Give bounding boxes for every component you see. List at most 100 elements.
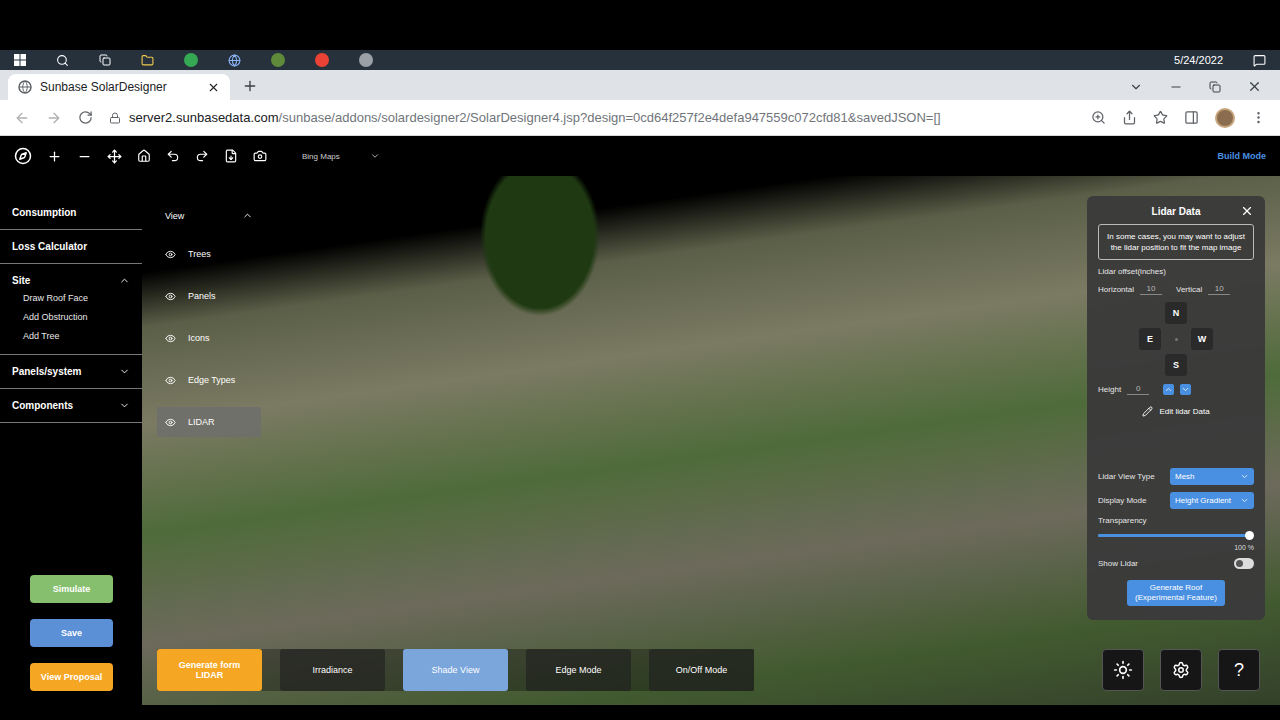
brightness-button[interactable] xyxy=(1102,649,1144,691)
sidebar-item[interactable]: Components xyxy=(12,400,130,411)
sidebar-section: Consumption xyxy=(0,196,142,230)
select-box[interactable]: Mesh xyxy=(1170,468,1254,485)
close-icon[interactable] xyxy=(1240,204,1254,218)
show-lidar-label: Show Lidar xyxy=(1098,559,1138,568)
profile-avatar[interactable] xyxy=(1215,108,1235,128)
window-controls xyxy=(1129,79,1280,100)
chevron-down-icon xyxy=(119,366,130,377)
pan-icon[interactable] xyxy=(107,149,122,164)
mode-button[interactable]: On/Off Mode xyxy=(649,649,754,691)
settings-button[interactable] xyxy=(1160,649,1202,691)
home-icon[interactable] xyxy=(137,149,151,163)
mode-bar: Generate form LIDAR Irradiance Shade View E… xyxy=(157,649,754,691)
camera-icon[interactable] xyxy=(253,149,267,163)
browser-icon[interactable] xyxy=(228,54,241,67)
offset-input[interactable]: 10 xyxy=(1140,283,1162,295)
dxf-icon[interactable] xyxy=(224,149,238,163)
back-icon[interactable] xyxy=(14,110,30,126)
select-label: Lidar View Type xyxy=(1098,472,1155,481)
url-field[interactable]: server2.sunbasedata.com/sunbase/addons/s… xyxy=(109,110,1075,125)
sidebar-subitem[interactable]: Add Tree xyxy=(12,330,130,343)
undo-icon[interactable] xyxy=(166,149,180,163)
height-up-button[interactable] xyxy=(1163,384,1174,395)
sidebar-item[interactable]: Consumption xyxy=(12,207,130,218)
build-mode-link[interactable]: Build Mode xyxy=(1218,151,1267,161)
view-menu-item[interactable]: Panels xyxy=(157,281,261,311)
mode-button[interactable]: Generate form LIDAR xyxy=(157,649,262,691)
lock-icon[interactable] xyxy=(109,112,121,124)
task-view-icon[interactable] xyxy=(99,54,111,66)
redo-icon[interactable] xyxy=(195,149,209,163)
zoom-in-icon[interactable] xyxy=(47,149,62,164)
generate-roof-button[interactable]: Generate Roof (Experimental Feature) xyxy=(1127,580,1225,606)
direction-pad: NE WS xyxy=(1098,302,1254,376)
direction-button[interactable]: E xyxy=(1139,328,1161,350)
direction-button[interactable]: N xyxy=(1165,302,1187,324)
reload-icon[interactable] xyxy=(78,110,93,125)
transparency-slider[interactable] xyxy=(1098,534,1250,537)
height-down-button[interactable] xyxy=(1180,384,1191,395)
app-icon[interactable] xyxy=(271,53,285,67)
sidebar-item[interactable]: Panels/system xyxy=(12,366,130,377)
plus-icon[interactable] xyxy=(242,78,258,94)
show-lidar-toggle[interactable] xyxy=(1234,558,1254,569)
close-window-icon[interactable] xyxy=(1247,79,1262,94)
help-button[interactable]: ? xyxy=(1218,649,1260,691)
star-icon[interactable] xyxy=(1153,110,1168,125)
offset-input[interactable]: 10 xyxy=(1208,283,1230,295)
bottom-frame xyxy=(0,705,1280,720)
sidebar-subitem[interactable]: Draw Roof Face xyxy=(12,292,130,305)
sidebar: Consumption Loss Calculator Site Draw Roof … xyxy=(0,176,142,705)
height-input[interactable]: 0 xyxy=(1127,383,1149,395)
view-menu-header[interactable]: View xyxy=(157,204,261,227)
action-button[interactable]: Save xyxy=(30,619,113,647)
view-menu-item[interactable]: Icons xyxy=(157,323,261,353)
close-icon[interactable] xyxy=(207,81,220,94)
sidebar-nav: Consumption Loss Calculator Site Draw Roof … xyxy=(0,196,142,423)
map-source-select[interactable]: Bing Maps xyxy=(302,151,380,161)
app-icon[interactable] xyxy=(184,53,198,67)
view-menu-item[interactable]: Edge Types xyxy=(157,365,261,395)
edit-lidar-link[interactable]: Edit lidar Data xyxy=(1098,406,1254,417)
taskbar-date: 5/24/2022 xyxy=(1174,54,1223,66)
share-icon[interactable] xyxy=(1122,110,1137,125)
action-button[interactable]: Simulate xyxy=(30,575,113,603)
new-tab-button[interactable] xyxy=(242,78,258,100)
mode-button[interactable]: Edge Mode xyxy=(526,649,631,691)
direction-button[interactable]: S xyxy=(1165,354,1187,376)
restore-icon[interactable] xyxy=(1209,81,1221,93)
select-box[interactable]: Height Gradient xyxy=(1170,492,1254,509)
mode-button[interactable]: Shade View xyxy=(403,649,508,691)
compass-icon[interactable] xyxy=(14,147,32,165)
sidebar-item[interactable]: Loss Calculator xyxy=(12,241,130,252)
direction-button[interactable]: W xyxy=(1191,328,1213,350)
menu-icon[interactable] xyxy=(1251,110,1266,125)
folder-icon[interactable] xyxy=(141,54,154,67)
browser-tab[interactable]: Sunbase SolarDesigner xyxy=(8,74,230,100)
offset-row: Horizontal10Vertical10 xyxy=(1098,283,1254,295)
app-icon[interactable] xyxy=(315,53,329,67)
search-icon[interactable] xyxy=(56,54,69,67)
sidebar-item[interactable]: Site xyxy=(12,275,130,286)
map-area[interactable]: View Trees Panels Icons Edge Types LIDAR Gener… xyxy=(142,176,1280,705)
mode-button[interactable]: Irradiance xyxy=(280,649,385,691)
action-buttons: Simulate Save View Proposal xyxy=(0,575,142,691)
panel-header: Lidar Data xyxy=(1098,206,1254,217)
forward-icon[interactable] xyxy=(46,110,62,126)
action-button[interactable]: View Proposal xyxy=(30,663,113,691)
view-menu-item[interactable]: LIDAR xyxy=(157,407,261,437)
tab-search-icon[interactable] xyxy=(1129,80,1143,94)
side-panel-icon[interactable] xyxy=(1184,110,1199,125)
windows-icon[interactable] xyxy=(14,54,26,66)
notification-icon[interactable] xyxy=(1253,54,1266,67)
app-icon[interactable] xyxy=(359,53,373,67)
view-menu-item[interactable]: Trees xyxy=(157,239,261,269)
sun-icon xyxy=(1113,660,1133,680)
screen: 5/24/2022 Sunbase SolarDesigner server2.su… xyxy=(0,0,1280,720)
solar-designer: Bing Maps Build Mode Consumption Loss Calcu… xyxy=(0,136,1280,705)
minimize-icon[interactable] xyxy=(1169,80,1183,94)
address-bar: server2.sunbasedata.com/sunbase/addons/s… xyxy=(0,100,1280,136)
zoom-out-icon[interactable] xyxy=(77,149,92,164)
zoom-icon[interactable] xyxy=(1091,110,1106,125)
sidebar-subitem[interactable]: Add Obstruction xyxy=(12,311,130,324)
